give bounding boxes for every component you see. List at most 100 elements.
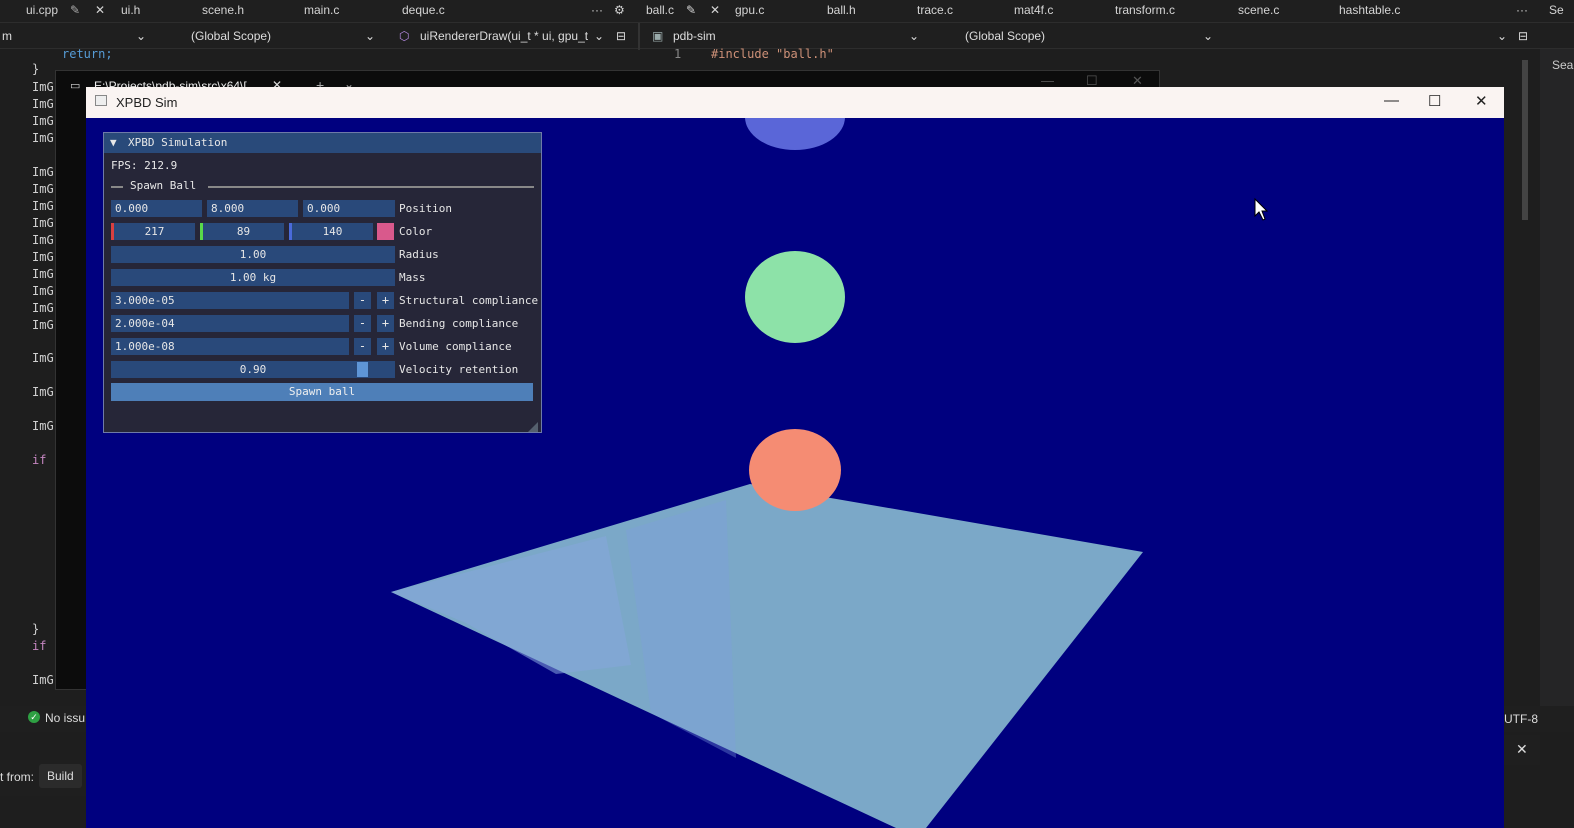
chevron-down-icon[interactable]: ⌄ xyxy=(1203,29,1213,43)
volume-compliance-input[interactable]: 1.000e-08 xyxy=(111,338,349,355)
structural-decrement-button[interactable]: - xyxy=(354,292,371,309)
code-line: ImG xyxy=(32,284,54,298)
scrollbar-thumb[interactable] xyxy=(1522,60,1528,220)
code-editor-left[interactable]: return; } ImG ImG ImG ImG ImG ImG ImG Im… xyxy=(0,47,113,689)
collapse-triangle-icon[interactable]: ▼ xyxy=(110,136,117,149)
tab-ui-h[interactable]: ui.h xyxy=(121,3,140,17)
chevron-down-icon[interactable]: ⌄ xyxy=(136,29,146,43)
terminal-icon: ▭ xyxy=(70,80,81,92)
code-line: ImG xyxy=(32,233,54,247)
position-x-field[interactable]: 0.000 xyxy=(111,200,202,217)
tab-scene-c[interactable]: scene.c xyxy=(1238,3,1279,17)
separator xyxy=(208,186,534,188)
scope-dropdown[interactable]: (Global Scope) xyxy=(191,29,271,43)
tab-transform-c[interactable]: transform.c xyxy=(1115,3,1175,17)
code-line: ImG xyxy=(32,267,54,281)
code-line: ImG xyxy=(32,97,54,111)
output-toolbar: t from: Build xyxy=(0,760,86,796)
code-include: #include "ball.h" xyxy=(711,47,834,61)
app-icon xyxy=(95,95,107,106)
window-titlebar[interactable]: XPBD Sim — ☐ ✕ xyxy=(86,87,1504,118)
function-dropdown[interactable]: uiRendererDraw(ui_t * ui, gpu_t xyxy=(420,29,588,43)
close-icon[interactable]: ✕ xyxy=(95,3,105,17)
search-fragment[interactable]: Sea xyxy=(1552,58,1573,72)
chevron-down-icon[interactable]: ⌄ xyxy=(1497,29,1507,43)
salmon-ball xyxy=(749,429,841,511)
bending-increment-button[interactable]: + xyxy=(377,315,394,332)
position-y-field[interactable]: 8.000 xyxy=(207,200,298,217)
more-tabs-icon[interactable]: ··· xyxy=(1516,3,1528,17)
maximize-icon[interactable]: ☐ xyxy=(1428,92,1441,110)
status-bar: ✓ No issu xyxy=(0,706,86,732)
code-line: ImG xyxy=(32,199,54,213)
minimize-icon[interactable]: — xyxy=(1041,73,1054,88)
volume-increment-button[interactable]: + xyxy=(377,338,394,355)
velocity-retention-slider[interactable]: 0.90 xyxy=(111,361,395,378)
structural-compliance-input[interactable]: 3.000e-05 xyxy=(111,292,349,309)
tab-ui-cpp[interactable]: ui.cpp xyxy=(26,3,58,17)
minimize-icon[interactable]: — xyxy=(1384,92,1399,109)
close-icon[interactable]: ✕ xyxy=(1516,741,1528,758)
code-brace: } xyxy=(32,62,40,76)
tab-gpu-c[interactable]: gpu.c xyxy=(735,3,764,17)
structural-compliance-label: Structural compliance xyxy=(399,294,539,307)
velocity-retention-value: 0.90 xyxy=(239,363,267,376)
code-line: ImG xyxy=(32,165,54,179)
output-source-dropdown[interactable]: Build xyxy=(39,764,82,788)
tab-trace-c[interactable]: trace.c xyxy=(917,3,953,17)
tab-ball-c[interactable]: ball.c xyxy=(646,3,674,17)
code-brace: } xyxy=(32,622,40,636)
code-line: ImG xyxy=(32,318,54,332)
tab-deque-c[interactable]: deque.c xyxy=(402,3,445,17)
close-icon[interactable]: ✕ xyxy=(710,3,720,17)
radius-slider[interactable]: 1.00 xyxy=(111,246,395,263)
color-g-field[interactable]: 89 xyxy=(200,223,284,240)
split-icon[interactable]: ⊟ xyxy=(1518,29,1528,43)
encoding-indicator[interactable]: UTF-8 xyxy=(1504,712,1538,726)
tab-ball-h[interactable]: ball.h xyxy=(827,3,856,17)
structural-increment-button[interactable]: + xyxy=(377,292,394,309)
line-number: 1 xyxy=(674,47,682,61)
velocity-retention-label: Velocity retention xyxy=(399,363,519,376)
issues-status[interactable]: No issu xyxy=(45,711,85,725)
pin-icon[interactable]: ✎ xyxy=(70,3,80,17)
resize-grip-icon[interactable] xyxy=(528,422,538,432)
close-icon[interactable]: ✕ xyxy=(1475,92,1488,110)
chevron-down-icon[interactable]: ⌄ xyxy=(594,29,604,43)
bending-decrement-button[interactable]: - xyxy=(354,315,371,332)
code-line: ImG xyxy=(32,216,54,230)
green-ball xyxy=(745,251,845,343)
tab-mat4f-c[interactable]: mat4f.c xyxy=(1014,3,1053,17)
spawn-ball-button[interactable]: Spawn ball xyxy=(111,383,533,401)
bending-compliance-input[interactable]: 2.000e-04 xyxy=(111,315,349,332)
code-if: if xyxy=(32,639,47,653)
tab-main-c[interactable]: main.c xyxy=(304,3,339,17)
code-line: ImG xyxy=(32,301,54,315)
color-r-field[interactable]: 217 xyxy=(111,223,195,240)
volume-decrement-button[interactable]: - xyxy=(354,338,371,355)
scope-dropdown-right[interactable]: (Global Scope) xyxy=(965,29,1045,43)
scrollbar[interactable] xyxy=(1520,60,1530,700)
color-label: Color xyxy=(399,225,433,238)
pin-icon[interactable]: ✎ xyxy=(686,3,696,17)
code-line: ImG xyxy=(32,131,54,145)
panel-title: XPBD Simulation xyxy=(128,136,228,149)
more-tabs-icon[interactable]: ··· xyxy=(591,3,603,17)
chevron-down-icon[interactable]: ⌄ xyxy=(365,29,375,43)
status-bar-right: UTF-8 xyxy=(1504,706,1574,732)
color-b-field[interactable]: 140 xyxy=(289,223,373,240)
code-line: ImG xyxy=(32,673,54,687)
xpbd-simulation-panel[interactable]: ▼ XPBD Simulation FPS: 212.9 Spawn Ball … xyxy=(103,132,542,433)
code-line: ImG xyxy=(32,351,54,365)
bending-compliance-label: Bending compliance xyxy=(399,317,519,330)
gear-icon[interactable]: ⚙ xyxy=(614,3,625,17)
mass-slider[interactable]: 1.00 kg xyxy=(111,269,395,286)
tab-scene-h[interactable]: scene.h xyxy=(202,3,244,17)
panel-header[interactable]: ▼ XPBD Simulation xyxy=(104,133,541,153)
tab-hashtable-c[interactable]: hashtable.c xyxy=(1339,3,1400,17)
chevron-down-icon[interactable]: ⌄ xyxy=(909,29,919,43)
project-dropdown[interactable]: pdb-sim xyxy=(673,29,716,43)
split-icon[interactable]: ⊟ xyxy=(616,29,626,43)
color-swatch[interactable] xyxy=(377,223,394,240)
position-z-field[interactable]: 0.000 xyxy=(303,200,395,217)
